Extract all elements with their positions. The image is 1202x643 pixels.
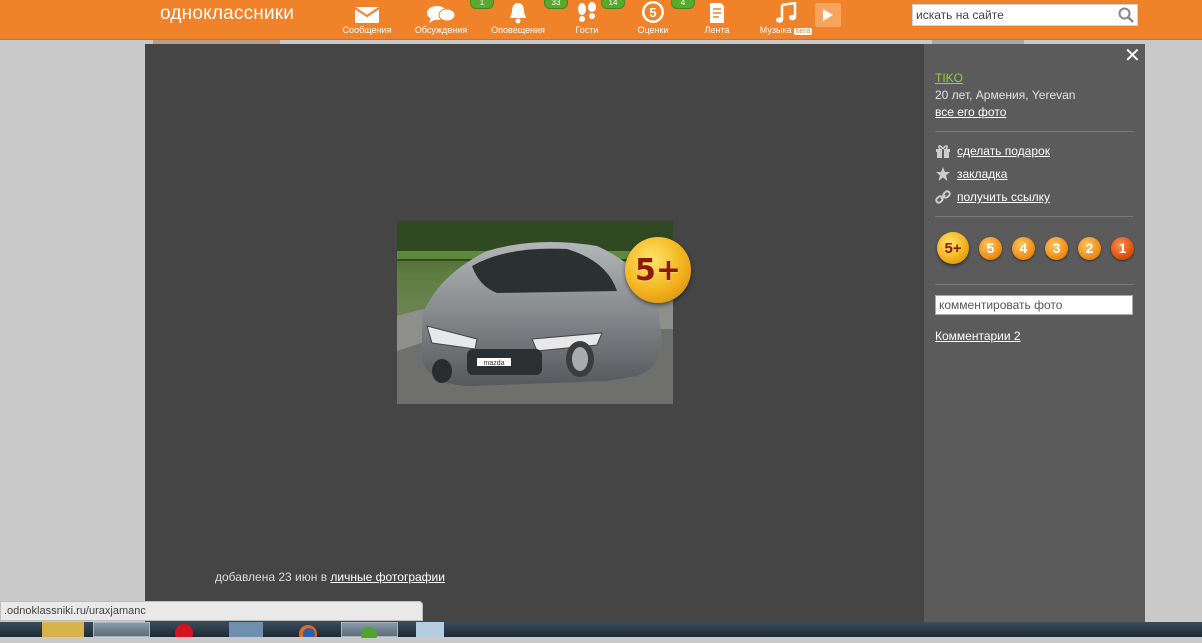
browser-status-bar: .odnoklassniki.ru/uraxjamanc — [0, 601, 423, 621]
rate-5-plus-button[interactable]: 5+ — [937, 232, 969, 264]
nav-label: Обсуждения — [414, 25, 468, 35]
comments-link[interactable]: Комментарии 2 — [935, 329, 1021, 343]
grade-5-icon: 5 4 — [641, 0, 695, 24]
get-link-link[interactable]: получить ссылку — [935, 189, 1050, 205]
envelope-icon — [354, 0, 380, 24]
divider — [935, 216, 1133, 217]
action-label: закладка — [957, 167, 1008, 181]
photo-viewer: mazda 5+ добавлена 23 июн в личные фотог… — [145, 44, 924, 637]
user-info: 20 лет, Армения, Yerevan — [935, 88, 1076, 102]
search-input[interactable] — [913, 5, 1112, 25]
nav-discussions[interactable]: 1 Обсуждения — [412, 0, 494, 39]
all-photos-link[interactable]: все его фото — [935, 105, 1006, 119]
rate-5-button[interactable]: 5 — [979, 236, 1002, 260]
nav-label: Лента — [704, 25, 730, 35]
action-label: сделать подарок — [957, 144, 1050, 158]
divider — [935, 131, 1133, 132]
app-task-button[interactable] — [229, 622, 263, 637]
music-label: Музыка — [759, 25, 792, 35]
firefox-task-button[interactable] — [290, 622, 326, 643]
explorer-task-button[interactable] — [42, 622, 84, 637]
user-profile-link[interactable]: TIKO — [935, 71, 963, 85]
bookmark-link[interactable]: закладка — [935, 166, 1007, 182]
chrome-task-button[interactable] — [93, 622, 150, 637]
comment-field — [935, 295, 1133, 315]
rate-4-button[interactable]: 4 — [1012, 236, 1035, 260]
nav-label: Оценки — [637, 25, 669, 35]
nav-music[interactable]: Музыка бета — [755, 0, 817, 39]
photo-caption: добавлена 23 июн в личные фотографии — [215, 570, 445, 584]
opera-icon — [175, 624, 193, 642]
make-gift-link[interactable]: сделать подарок — [935, 143, 1050, 159]
rate-2-button[interactable]: 2 — [1078, 236, 1101, 260]
site-logo[interactable]: одноклассники — [160, 3, 294, 25]
rate-1-button[interactable]: 1 — [1111, 236, 1134, 260]
os-taskbar — [0, 622, 1202, 643]
utorrent-task-button[interactable] — [341, 622, 398, 643]
search-icon[interactable] — [1118, 7, 1134, 28]
notifications-badge: 33 — [544, 0, 568, 9]
guests-badge: 14 — [601, 0, 625, 9]
bell-icon: 33 — [508, 0, 568, 24]
comment-input[interactable] — [936, 296, 1132, 314]
action-label: получить ссылку — [957, 190, 1050, 204]
opera-task-button[interactable] — [166, 622, 202, 642]
star-icon — [936, 167, 950, 181]
link-icon — [935, 190, 951, 204]
utorrent-icon — [361, 627, 377, 643]
rate-3-button[interactable]: 3 — [1045, 236, 1068, 260]
play-icon — [823, 9, 833, 21]
nav-grades[interactable]: 5 4 Оценки — [634, 0, 695, 39]
top-navigation-bar: одноклассники Сообщения 1 Обсуждения 33 … — [0, 0, 1202, 40]
firefox-icon — [299, 625, 317, 643]
rating-bar: 5+ 5 4 3 2 1 — [937, 232, 1134, 264]
nav-label: Сообщения — [342, 25, 392, 35]
nav-label: Оповещения — [491, 25, 545, 35]
beta-tag: бета — [793, 28, 813, 35]
grades-badge: 4 — [671, 0, 695, 9]
nav-messages[interactable]: Сообщения — [341, 0, 393, 39]
nav-feed[interactable]: Лента — [701, 0, 733, 39]
music-play-button[interactable] — [815, 3, 841, 27]
chat-bubbles-icon: 1 — [426, 0, 494, 24]
nav-label: Музыка бета — [759, 25, 813, 35]
svg-text:5: 5 — [649, 5, 656, 20]
grade-5-plus-badge: 5+ — [625, 237, 691, 303]
nav-label: Гости — [575, 25, 599, 35]
feed-icon — [707, 0, 727, 24]
site-search — [912, 4, 1138, 26]
album-link[interactable]: личные фотографии — [330, 570, 445, 584]
car-plate: mazda — [483, 360, 504, 367]
close-icon[interactable]: ✕ — [1124, 46, 1141, 66]
nav-notifications[interactable]: 33 Оповещения — [489, 0, 568, 39]
footprints-icon: 14 — [575, 0, 625, 24]
gift-icon — [936, 145, 950, 158]
window-task-button[interactable] — [416, 622, 444, 637]
caption-added: добавлена 23 июн в — [215, 570, 328, 584]
music-note-icon — [775, 0, 797, 24]
divider — [935, 284, 1133, 285]
nav-guests[interactable]: 14 Гости — [570, 0, 625, 39]
